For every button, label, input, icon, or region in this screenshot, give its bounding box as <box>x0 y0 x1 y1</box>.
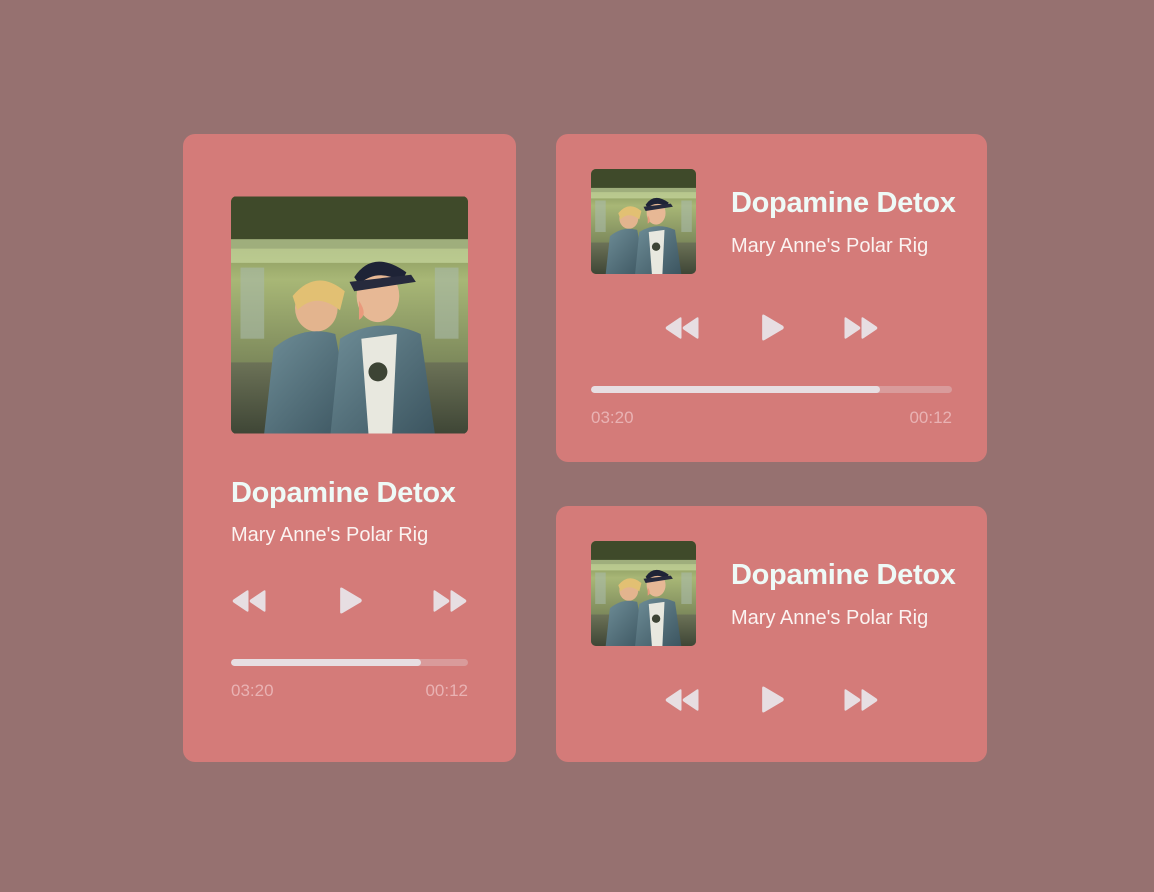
play-icon[interactable] <box>760 313 785 342</box>
track-title: Dopamine Detox <box>231 477 456 509</box>
fast-forward-icon[interactable] <box>431 589 468 613</box>
rewind-icon[interactable] <box>231 589 268 613</box>
artist-name: Mary Anne's Polar Rig <box>231 524 429 546</box>
elapsed-time: 03:20 <box>591 408 634 427</box>
play-icon[interactable] <box>760 685 785 714</box>
player-card-compact: Dopamine Detox Mary Anne's Polar Rig <box>556 506 987 762</box>
player-card-large: Dopamine Detox Mary Anne's Polar Rig 03:… <box>183 134 516 762</box>
progress-fill <box>231 659 421 666</box>
play-icon[interactable] <box>338 586 363 615</box>
track-title: Dopamine Detox <box>731 559 956 591</box>
track-title: Dopamine Detox <box>731 187 956 219</box>
fast-forward-icon[interactable] <box>842 688 879 712</box>
album-art <box>231 196 468 434</box>
rewind-icon[interactable] <box>664 316 701 340</box>
progress-fill <box>591 386 880 393</box>
rewind-icon[interactable] <box>664 688 701 712</box>
remaining-time: 00:12 <box>909 408 952 427</box>
album-art <box>591 169 696 274</box>
elapsed-time: 03:20 <box>231 681 274 700</box>
artist-name: Mary Anne's Polar Rig <box>731 607 929 629</box>
album-art <box>591 541 696 646</box>
remaining-time: 00:12 <box>425 681 468 700</box>
progress-bar[interactable] <box>231 659 468 666</box>
fast-forward-icon[interactable] <box>842 316 879 340</box>
player-card-compact-progress: Dopamine Detox Mary Anne's Polar Rig 03:… <box>556 134 987 462</box>
artist-name: Mary Anne's Polar Rig <box>731 235 929 257</box>
progress-bar[interactable] <box>591 386 952 393</box>
